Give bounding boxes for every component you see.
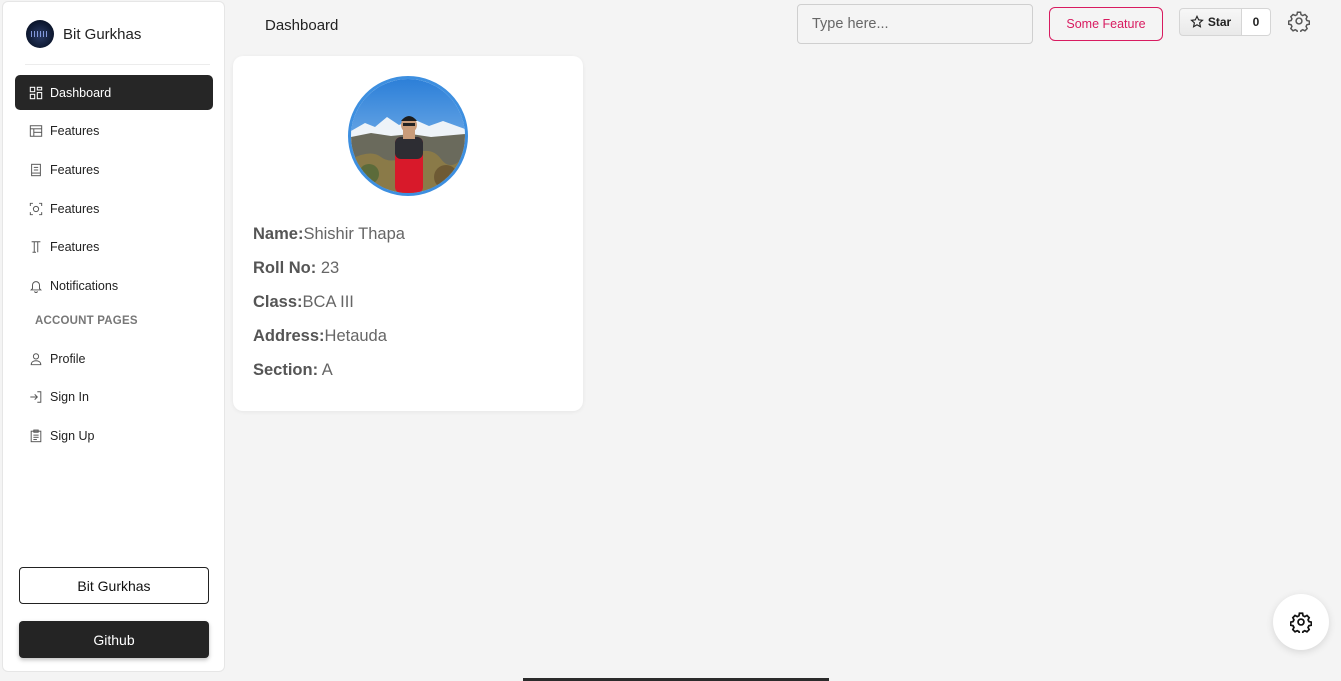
sidebar-item-features-3[interactable]: Features <box>15 191 213 226</box>
sidebar-item-label: Features <box>50 201 100 216</box>
some-feature-button[interactable]: Some Feature <box>1049 7 1163 41</box>
breadcrumb[interactable]: Dashboard <box>265 17 338 34</box>
bit-gurkhas-button[interactable]: Bit Gurkhas <box>19 567 209 604</box>
clipboard-icon <box>30 429 42 443</box>
sidebar: Bit Gurkhas Dashboard Features Features <box>2 1 225 672</box>
sidebar-item-sign-up[interactable]: Sign Up <box>15 419 213 454</box>
sidebar-item-label: Profile <box>50 351 86 366</box>
sidebar-item-profile[interactable]: Profile <box>15 341 213 376</box>
bell-icon <box>30 281 42 293</box>
class-value: BCA III <box>302 293 354 311</box>
name-label: Name: <box>253 225 304 243</box>
sidebar-item-label: Sign In <box>50 390 89 405</box>
section-label: Section: <box>253 361 319 379</box>
avatar-photo <box>351 79 465 193</box>
github-star-widget: Star 0 <box>1179 8 1271 36</box>
sidebar-item-label: Features <box>50 240 100 255</box>
roll-value: 23 <box>320 259 340 277</box>
profile-name-row: Name:Shishir Thapa <box>253 223 405 257</box>
brand-logo <box>26 20 54 48</box>
star-count[interactable]: 0 <box>1242 8 1271 36</box>
dashboard-icon <box>29 86 43 99</box>
gear-icon <box>1290 612 1312 633</box>
sidebar-item-notifications[interactable]: Notifications <box>15 268 213 303</box>
roll-label: Roll No: <box>253 259 317 277</box>
address-label: Address: <box>253 327 325 345</box>
sidebar-item-label: Features <box>50 124 100 139</box>
star-icon <box>1190 15 1204 28</box>
login-icon <box>30 391 42 404</box>
sidebar-nav: Dashboard Features Features Features Fea… <box>15 75 213 457</box>
section-value: A <box>321 361 333 379</box>
search-input[interactable] <box>797 4 1033 44</box>
sidebar-item-label: Features <box>50 162 100 177</box>
text-icon <box>31 241 41 253</box>
section-title-account: ACCOUNT PAGES <box>35 315 138 328</box>
class-label: Class: <box>253 293 303 311</box>
sidebar-item-label: Dashboard <box>50 85 112 100</box>
gear-icon[interactable] <box>1288 10 1310 32</box>
profile-info: Name:Shishir Thapa Roll No: 23 Class:BCA… <box>253 223 405 393</box>
brand[interactable]: Bit Gurkhas <box>26 19 141 49</box>
github-button[interactable]: Github <box>19 621 209 658</box>
sidebar-item-label: Sign Up <box>50 429 95 443</box>
table-icon <box>29 125 43 137</box>
profile-section-row: Section: A <box>253 359 405 393</box>
profile-roll-row: Roll No: 23 <box>253 257 405 291</box>
sidebar-item-features-4[interactable]: Features <box>15 230 213 265</box>
star-button[interactable]: Star <box>1179 8 1242 36</box>
sidebar-divider <box>25 64 210 65</box>
sidebar-item-features-2[interactable]: Features <box>15 152 213 187</box>
profile-card: Name:Shishir Thapa Roll No: 23 Class:BCA… <box>233 56 583 411</box>
settings-fab[interactable] <box>1273 594 1329 650</box>
sidebar-item-label: Notifications <box>50 278 119 293</box>
profile-class-row: Class:BCA III <box>253 291 405 325</box>
scan-icon <box>29 202 43 215</box>
document-icon <box>31 163 41 177</box>
sidebar-item-features-1[interactable]: Features <box>15 114 213 149</box>
user-icon <box>30 352 42 365</box>
sidebar-item-sign-in[interactable]: Sign In <box>15 380 213 415</box>
sidebar-item-dashboard[interactable]: Dashboard <box>15 75 213 110</box>
avatar <box>348 76 468 196</box>
star-label: Star <box>1207 15 1232 29</box>
profile-address-row: Address:Hetauda <box>253 325 405 359</box>
name-value: Shishir Thapa <box>303 225 405 243</box>
brand-name: Bit Gurkhas <box>63 25 142 43</box>
address-value: Hetauda <box>324 327 387 345</box>
